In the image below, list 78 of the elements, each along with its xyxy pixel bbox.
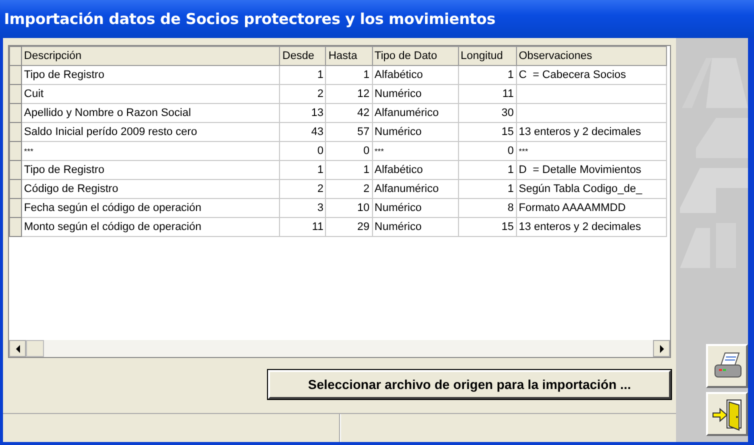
table-cell: *** — [518, 147, 528, 156]
table-cell: 1 — [317, 69, 324, 81]
table-cell: 8 — [508, 202, 514, 214]
row-header[interactable] — [10, 84, 22, 104]
row-header[interactable] — [10, 218, 22, 236]
table-cell: D = Detalle Movimientos — [518, 164, 642, 176]
table-cell: Formato AAAAMMDD — [518, 202, 626, 214]
scroll-right-button[interactable] — [653, 340, 670, 357]
table-cell: Tipo de Registro — [24, 164, 104, 176]
table-cell: 1 — [363, 164, 370, 176]
table-cell: 1 — [508, 183, 514, 195]
table-cell: Fecha según el código de operación — [24, 202, 202, 214]
table-cell: Numérico — [374, 88, 422, 100]
table-cell: 43 — [311, 126, 324, 138]
table-cell: 29 — [357, 221, 370, 233]
scroll-left-button[interactable] — [9, 340, 26, 357]
table-cell: C = Cabecera Socios — [518, 69, 626, 81]
table-cell: *** — [24, 147, 34, 156]
table-cell: 11 — [502, 88, 514, 100]
table-cell: 1 — [508, 164, 514, 176]
table-cell: Monto según el código de operación — [24, 221, 202, 233]
row-header[interactable] — [10, 122, 22, 142]
column-header[interactable]: Observaciones — [516, 46, 666, 66]
table-cell: 0 — [317, 145, 324, 157]
row-header[interactable] — [10, 198, 22, 218]
table-cell: 2 — [363, 183, 370, 195]
table-cell: 1 — [317, 164, 324, 176]
table-cell: 2 — [317, 183, 324, 195]
table-cell: Alfanumérico — [374, 183, 439, 195]
horizontal-scrollbar[interactable] — [9, 340, 670, 357]
window-title: Importación datos de Socios protectores y los movimientos — [4, 10, 496, 28]
table-cell: Apellido y Nombre o Razon Social — [24, 107, 191, 119]
row-header[interactable] — [10, 66, 22, 84]
table-cell: Alfanumérico — [374, 107, 439, 119]
table-cell: 3 — [317, 202, 324, 214]
table-cell: Código de Registro — [24, 183, 118, 195]
table-cell: 13 — [311, 107, 324, 119]
column-header[interactable]: Desde — [280, 46, 326, 66]
table-cell: 11 — [312, 221, 324, 233]
table-cell: Saldo Inicial perído 2009 resto cero — [24, 126, 198, 138]
table-cell: 1 — [508, 69, 514, 81]
exit-door-icon — [711, 397, 743, 431]
table-cell: 42 — [357, 107, 370, 119]
column-header[interactable]: Descripción — [22, 46, 280, 66]
table-cell: 0 — [363, 145, 370, 157]
column-header[interactable]: Longitud — [458, 46, 516, 66]
column-header[interactable]: Tipo de Dato — [372, 46, 458, 66]
table-cell: 57 — [357, 126, 370, 138]
table-cell: Según Tabla Codigo_de_ — [518, 183, 642, 195]
table-cell: 1 — [363, 69, 370, 81]
scroll-thumb[interactable] — [26, 340, 44, 357]
table-cell: 10 — [357, 202, 370, 214]
table-cell: 2 — [317, 88, 324, 100]
left-arrow-icon — [14, 344, 22, 352]
table-cell: 15 — [501, 126, 514, 138]
right-arrow-icon — [658, 344, 666, 352]
table-cell: Numérico — [374, 126, 422, 138]
row-header[interactable] — [10, 180, 22, 198]
row-header[interactable] — [10, 160, 22, 180]
table-cell: Numérico — [374, 221, 422, 233]
table-cell: Alfabético — [374, 69, 423, 81]
table-cell: 12 — [357, 88, 370, 100]
table-cell: 15 — [501, 221, 514, 233]
table-cell: 0 — [508, 145, 514, 157]
exit-button[interactable] — [706, 392, 748, 436]
row-header[interactable] — [10, 104, 22, 122]
column-header[interactable]: Hasta — [326, 46, 372, 66]
print-button[interactable] — [706, 344, 748, 388]
table-cell: Cuit — [24, 88, 44, 100]
table-cell: 13 enteros y 2 decimales — [518, 221, 642, 233]
select-file-button[interactable]: Seleccionar archivo de origen para la importación ... — [268, 370, 671, 399]
row-header[interactable] — [10, 142, 22, 160]
table-cell: Tipo de Registro — [24, 69, 104, 81]
table-cell: 30 — [501, 107, 514, 119]
table-cell: 13 enteros y 2 decimales — [518, 126, 642, 138]
table-cell: Numérico — [374, 202, 422, 214]
table-cell: *** — [374, 147, 384, 156]
table-cell: Alfabético — [374, 164, 423, 176]
